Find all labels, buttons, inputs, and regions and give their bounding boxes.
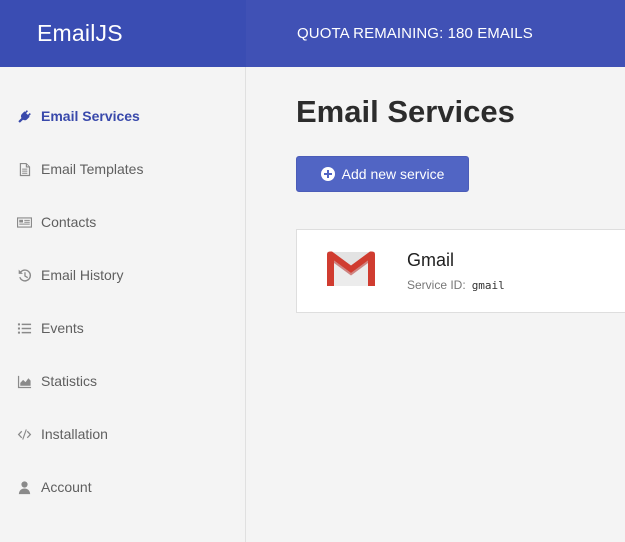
sidebar-item-account[interactable]: Account (0, 467, 245, 507)
sidebar-item-label: Account (41, 479, 92, 495)
main-content: Email Services Add new service Gmail Ser… (246, 67, 625, 542)
sidebar-item-contacts[interactable]: Contacts (0, 202, 245, 242)
document-icon (0, 162, 41, 177)
page-title: Email Services (296, 94, 515, 129)
brand-area[interactable]: EmailJS (0, 0, 246, 67)
list-icon (0, 321, 41, 336)
quota-remaining: QUOTA REMAINING: 180 EMAILS (297, 25, 533, 42)
address-card-icon (0, 215, 41, 230)
sidebar: Email Services Email Templates Contacts … (0, 67, 246, 542)
sidebar-item-statistics[interactable]: Statistics (0, 361, 245, 401)
add-new-service-label: Add new service (341, 166, 445, 182)
sidebar-item-label: Contacts (41, 214, 97, 230)
service-id-value: gmail (471, 279, 505, 292)
sidebar-item-installation[interactable]: Installation (0, 414, 245, 454)
history-icon (0, 268, 41, 283)
user-icon (0, 480, 41, 495)
plus-circle-icon (320, 167, 335, 181)
code-icon (0, 427, 41, 442)
top-bar: EmailJS QUOTA REMAINING: 180 EMAILS (0, 0, 625, 67)
sidebar-item-events[interactable]: Events (0, 308, 245, 348)
gmail-logo (327, 251, 375, 286)
sidebar-item-email-services[interactable]: Email Services (0, 96, 245, 136)
plug-icon (0, 109, 41, 124)
quota-bar: QUOTA REMAINING: 180 EMAILS (246, 0, 625, 67)
service-name: Gmail (407, 250, 455, 270)
sidebar-item-label: Email Services (41, 108, 140, 124)
sidebar-item-label: Statistics (41, 373, 98, 389)
sidebar-item-label: Email Templates (41, 161, 144, 177)
sidebar-item-label: Events (41, 320, 84, 336)
service-card-gmail[interactable]: Gmail Service ID: gmail (296, 229, 625, 313)
area-chart-icon (0, 374, 41, 389)
sidebar-item-label: Email History (41, 267, 124, 283)
service-id-label: Service ID: (407, 278, 466, 292)
brand-logo-text[interactable]: EmailJS (37, 20, 123, 47)
service-id-row: Service ID: gmail (407, 278, 505, 292)
sidebar-item-label: Installation (41, 426, 108, 442)
sidebar-item-email-history[interactable]: Email History (0, 255, 245, 295)
add-new-service-button[interactable]: Add new service (296, 156, 469, 192)
sidebar-item-email-templates[interactable]: Email Templates (0, 149, 245, 189)
